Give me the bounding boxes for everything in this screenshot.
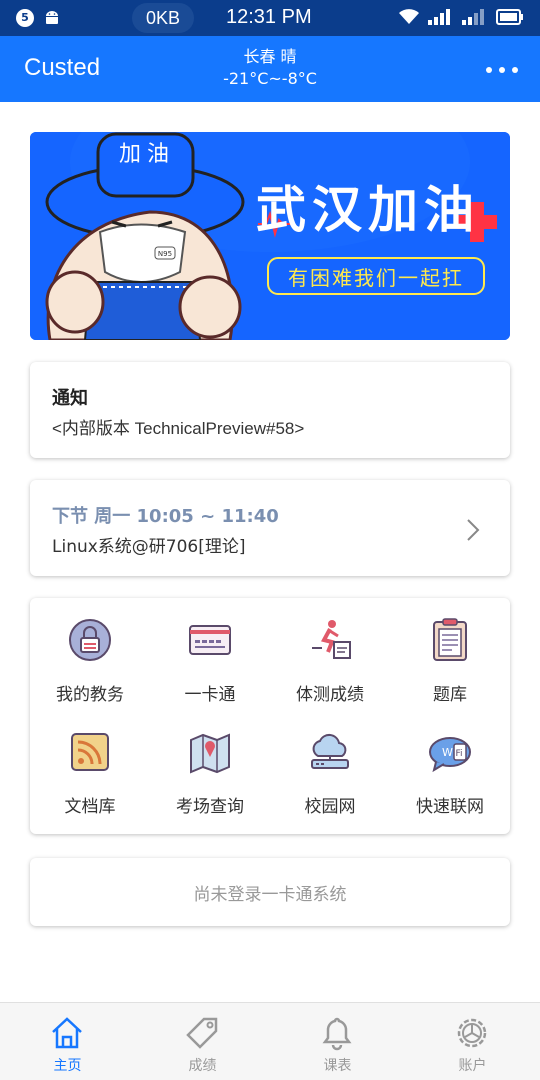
tab-account[interactable]: 账户: [405, 1003, 540, 1080]
notice-title: 通知: [52, 388, 88, 409]
gear-icon: [457, 1018, 487, 1048]
feature-label: 考场查询: [176, 797, 244, 817]
feature-campus-card[interactable]: 一卡通: [150, 598, 270, 705]
more-icon[interactable]: [482, 54, 522, 84]
mask-label: N95: [158, 250, 172, 258]
signal-icon: [428, 9, 450, 25]
app-bar: Custed 长春 晴 -21°C~-8°C: [0, 36, 540, 102]
feature-label: 一卡通: [184, 685, 236, 705]
feature-exam-room-query[interactable]: 考场查询: [150, 710, 270, 817]
card-icon: [189, 625, 231, 655]
wifi-bubble-icon: Wi Fi: [429, 737, 471, 773]
feature-campus-network[interactable]: 校园网: [270, 710, 390, 817]
rss-icon: [71, 733, 109, 771]
feature-document-library[interactable]: 文档库: [30, 710, 150, 817]
weather-widget[interactable]: 长春 晴 -21°C~-8°C: [0, 46, 540, 90]
map-icon: [190, 733, 230, 774]
card-login-card[interactable]: 尚未登录一卡通系统: [30, 858, 510, 926]
feature-label: 文档库: [64, 797, 116, 817]
notification-count-badge: 5: [16, 9, 34, 27]
signal-icon: [462, 9, 484, 25]
feature-label: 我的教务: [56, 685, 124, 705]
weather-temperature: -21°C~-8°C: [223, 69, 317, 88]
tag-icon: [186, 1017, 218, 1049]
tab-schedule[interactable]: 课表: [270, 1003, 405, 1080]
bell-icon: [322, 1017, 352, 1051]
cloud-icon: [311, 733, 349, 769]
next-class-time: 下节 周一 10:05 ~ 11:40: [52, 506, 279, 527]
status-bar: 5 0KB 12:31 PM: [0, 0, 540, 36]
battery-icon: [496, 9, 523, 25]
notice-card[interactable]: 通知 <内部版本 TechnicalPreview#58>: [30, 362, 510, 458]
next-class-course: Linux系统@研706[理论]: [52, 537, 246, 557]
feature-label: 快速联网: [416, 797, 484, 817]
weather-location: 长春 晴: [243, 47, 297, 66]
banner-image[interactable]: N95 加油 武汉加油 有困难我们一起扛: [30, 132, 510, 340]
feature-my-academic[interactable]: 我的教务: [30, 598, 150, 705]
android-icon: [46, 11, 58, 24]
wifi-icon: [399, 9, 419, 24]
login-status-text: 尚未登录一卡通系统: [193, 885, 347, 905]
tab-grades[interactable]: 成绩: [135, 1003, 270, 1080]
feature-label: 题库: [433, 685, 467, 705]
next-class-card[interactable]: 下节 周一 10:05 ~ 11:40 Linux系统@研706[理论]: [30, 480, 510, 576]
lock-icon: [69, 619, 111, 661]
clock: 12:31 PM: [226, 6, 312, 28]
home-icon: [52, 1017, 82, 1049]
bottom-tab-bar: 主页 成绩 课表 账户: [0, 1002, 540, 1080]
features-card: 我的教务 一卡通 体测成绩 题库 文档库 考场查询 校园网 Wi Fi 快速联网: [30, 598, 510, 834]
tab-label: 成绩: [188, 1058, 217, 1074]
notice-body: <内部版本 TechnicalPreview#58>: [52, 419, 305, 438]
svg-text:Fi: Fi: [456, 749, 463, 759]
clipboard-icon: [433, 618, 467, 661]
banner-slogan: 有困难我们一起扛: [288, 266, 464, 290]
chevron-right-icon: [467, 519, 480, 541]
banner-hat-text: 加油: [118, 142, 175, 167]
runner-icon: [312, 620, 351, 659]
network-traffic: 0KB: [132, 3, 194, 33]
tab-label: 课表: [323, 1058, 352, 1074]
banner-headline: 武汉加油: [256, 181, 480, 239]
tab-label: 账户: [458, 1058, 487, 1074]
feature-label: 校园网: [304, 797, 356, 817]
feature-label: 体测成绩: [296, 685, 364, 705]
main-content: N95 加油 武汉加油 有困难我们一起扛 通知 <内部版本 TechnicalP…: [0, 102, 540, 1002]
feature-quick-connect[interactable]: Wi Fi 快速联网: [390, 710, 510, 817]
tab-label: 主页: [53, 1058, 82, 1074]
tab-home[interactable]: 主页: [0, 1003, 135, 1080]
feature-fitness-score[interactable]: 体测成绩: [270, 598, 390, 705]
feature-question-bank[interactable]: 题库: [390, 598, 510, 705]
